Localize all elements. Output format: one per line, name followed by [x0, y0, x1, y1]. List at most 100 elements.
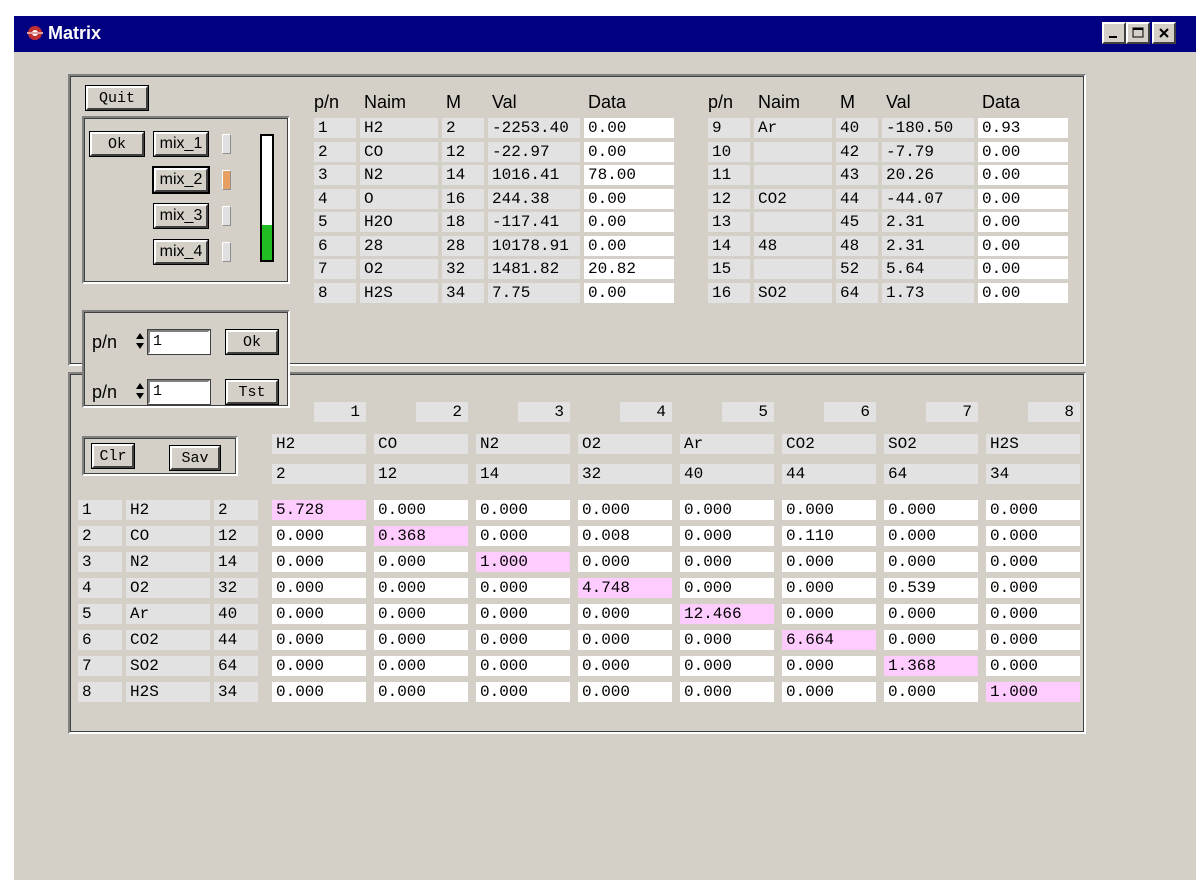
matrix-cell[interactable]: 0.000 [578, 500, 672, 520]
pn1-spinner[interactable] [134, 332, 146, 352]
matrix-cell[interactable]: 0.000 [272, 604, 366, 624]
mix-button-3[interactable]: mix_3 [153, 203, 209, 229]
matrix-cell[interactable]: 0.000 [986, 604, 1080, 624]
matrix-cell[interactable]: 0.000 [374, 578, 468, 598]
gas-cell-data[interactable]: 0.00 [584, 212, 674, 232]
maximize-button[interactable] [1126, 22, 1150, 44]
matrix-cell[interactable]: 0.000 [986, 656, 1080, 676]
matrix-cell[interactable]: 0.000 [476, 682, 570, 702]
gas-cell-data[interactable]: 0.00 [978, 141, 1068, 162]
gas-cell-data[interactable]: 0.00 [978, 212, 1068, 232]
matrix-cell[interactable]: 0.000 [272, 682, 366, 702]
gas-cell-data[interactable]: 0.00 [584, 188, 674, 209]
matrix-cell[interactable]: 0.000 [578, 682, 672, 702]
matrix-cell[interactable]: 0.000 [578, 656, 672, 676]
gas-cell-data[interactable]: 0.00 [978, 282, 1068, 303]
matrix-cell[interactable]: 0.000 [476, 630, 570, 650]
close-button[interactable] [1152, 22, 1176, 44]
gas-cell-data[interactable]: 0.00 [978, 235, 1068, 256]
tst-button[interactable]: Tst [225, 379, 279, 405]
matrix-cell[interactable]: 0.000 [680, 578, 774, 598]
matrix-cell[interactable]: 1.368 [884, 656, 978, 676]
matrix-cell[interactable]: 0.008 [578, 526, 672, 546]
matrix-cell[interactable]: 0.000 [782, 656, 876, 676]
matrix-cell[interactable]: 1.000 [986, 682, 1080, 702]
matrix-cell[interactable]: 0.110 [782, 526, 876, 546]
gas-cell-data[interactable]: 0.00 [584, 141, 674, 162]
matrix-cell[interactable]: 0.000 [578, 604, 672, 624]
matrix-cell[interactable]: 0.000 [680, 630, 774, 650]
gas-cell-data[interactable]: 0.00 [584, 235, 674, 256]
matrix-cell[interactable]: 0.000 [476, 578, 570, 598]
matrix-cell[interactable]: 0.000 [272, 630, 366, 650]
matrix-cell[interactable]: 0.000 [374, 682, 468, 702]
matrix-cell[interactable]: 0.000 [680, 526, 774, 546]
gas-cell-data[interactable]: 0.93 [978, 118, 1068, 138]
matrix-cell[interactable]: 0.000 [680, 500, 774, 520]
matrix-cell[interactable]: 0.000 [272, 526, 366, 546]
mix-button-2[interactable]: mix_2 [152, 166, 210, 194]
matrix-cell[interactable]: 0.000 [680, 656, 774, 676]
matrix-cell[interactable]: 0.000 [884, 630, 978, 650]
matrix-cell[interactable]: 0.000 [272, 552, 366, 572]
mix-button-1[interactable]: mix_1 [153, 131, 209, 157]
gas-cell-data[interactable]: 0.00 [978, 259, 1068, 279]
title-bar[interactable]: Matrix [14, 16, 1196, 52]
pn2-input[interactable]: 1 [147, 379, 211, 405]
matrix-cell[interactable]: 0.000 [782, 578, 876, 598]
matrix-cell[interactable]: 0.000 [884, 604, 978, 624]
clr-button[interactable]: Clr [91, 443, 135, 469]
matrix-cell[interactable]: 0.000 [374, 656, 468, 676]
gas-cell-data[interactable]: 20.82 [584, 259, 674, 279]
matrix-cell[interactable]: 0.000 [680, 552, 774, 572]
matrix-cell[interactable]: 12.466 [680, 604, 774, 624]
mix-ok-button[interactable]: Ok [89, 131, 145, 157]
matrix-cell[interactable]: 0.000 [986, 526, 1080, 546]
matrix-cell[interactable]: 0.000 [272, 578, 366, 598]
matrix-cell[interactable]: 0.000 [782, 604, 876, 624]
gas-cell-data[interactable]: 0.00 [584, 282, 674, 303]
minimize-button[interactable] [1102, 22, 1126, 44]
matrix-cell[interactable]: 0.000 [374, 630, 468, 650]
matrix-cell[interactable]: 5.728 [272, 500, 366, 520]
matrix-col-number: 7 [926, 402, 978, 422]
matrix-cell[interactable]: 0.000 [476, 656, 570, 676]
matrix-cell[interactable]: 0.000 [272, 656, 366, 676]
pn1-input[interactable]: 1 [147, 329, 211, 355]
matrix-cell[interactable]: 0.539 [884, 578, 978, 598]
matrix-cell[interactable]: 6.664 [782, 630, 876, 650]
matrix-cell[interactable]: 0.000 [782, 500, 876, 520]
sav-button[interactable]: Sav [169, 445, 221, 471]
gas-cell-data[interactable]: 0.00 [978, 188, 1068, 209]
matrix-cell[interactable]: 0.000 [680, 682, 774, 702]
pn2-spinner[interactable] [134, 382, 146, 402]
matrix-cell[interactable]: 0.368 [374, 526, 468, 546]
matrix-cell[interactable]: 0.000 [578, 552, 672, 572]
matrix-cell[interactable]: 0.000 [374, 604, 468, 624]
matrix-cell[interactable]: 0.000 [476, 500, 570, 520]
matrix-cell[interactable]: 0.000 [884, 552, 978, 572]
matrix-window: Matrix Quit Ok mix_1 mix_2 mix_3 mix_4 p/n … [14, 16, 1196, 880]
matrix-cell[interactable]: 0.000 [884, 682, 978, 702]
gas-cell-data[interactable]: 0.00 [584, 118, 674, 138]
matrix-cell[interactable]: 0.000 [782, 682, 876, 702]
matrix-cell[interactable]: 0.000 [884, 500, 978, 520]
matrix-cell[interactable]: 0.000 [986, 578, 1080, 598]
quit-button[interactable]: Quit [85, 85, 149, 111]
matrix-cell[interactable]: 0.000 [374, 552, 468, 572]
matrix-cell[interactable]: 0.000 [476, 526, 570, 546]
matrix-cell[interactable]: 0.000 [782, 552, 876, 572]
mix-button-4[interactable]: mix_4 [153, 239, 209, 265]
matrix-cell[interactable]: 0.000 [986, 500, 1080, 520]
gas-cell-data[interactable]: 78.00 [584, 165, 674, 185]
matrix-cell[interactable]: 1.000 [476, 552, 570, 572]
pn1-ok-button[interactable]: Ok [225, 329, 279, 355]
matrix-cell[interactable]: 0.000 [884, 526, 978, 546]
matrix-cell[interactable]: 0.000 [986, 630, 1080, 650]
matrix-cell[interactable]: 0.000 [374, 500, 468, 520]
gas-cell-data[interactable]: 0.00 [978, 165, 1068, 185]
matrix-cell[interactable]: 0.000 [476, 604, 570, 624]
matrix-cell[interactable]: 4.748 [578, 578, 672, 598]
matrix-cell[interactable]: 0.000 [986, 552, 1080, 572]
matrix-cell[interactable]: 0.000 [578, 630, 672, 650]
